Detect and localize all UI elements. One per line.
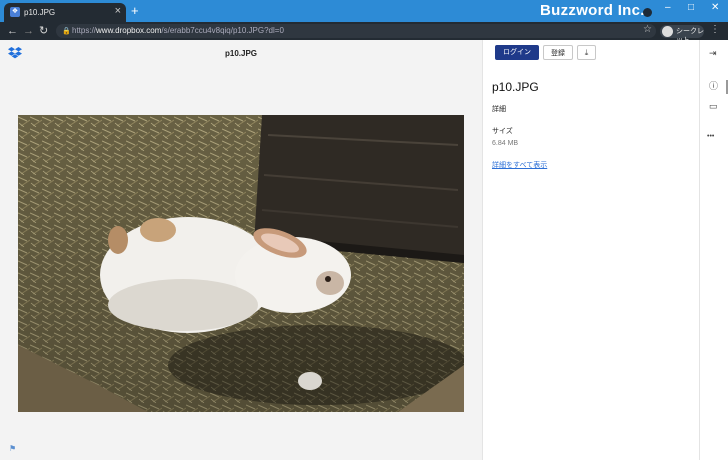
file-title: p10.JPG: [224, 49, 257, 58]
collapse-panel-icon[interactable]: ⇥: [709, 48, 717, 58]
tab-close-icon[interactable]: ×: [115, 5, 121, 18]
browser-titlebar: ❖ p10.JPG × + Buzzword Inc. – □ ✕: [0, 0, 728, 22]
right-rail: ⇥ ⓘ ▭ •••: [699, 40, 728, 460]
close-window-button[interactable]: ✕: [711, 2, 719, 14]
login-button[interactable]: ログイン: [495, 45, 539, 60]
size-label: サイズ: [492, 128, 513, 135]
new-tab-button[interactable]: +: [131, 3, 139, 19]
bookmark-star-icon[interactable]: ☆: [643, 24, 652, 35]
minimize-button[interactable]: –: [665, 2, 671, 14]
more-options-icon[interactable]: •••: [707, 132, 714, 142]
browser-menu-icon[interactable]: ⋮: [710, 24, 720, 35]
size-value: 6.84 MB: [492, 140, 519, 147]
tab-title: p10.JPG: [24, 8, 56, 17]
report-flag-icon[interactable]: ⚑: [9, 444, 16, 453]
back-button[interactable]: ←: [7, 24, 18, 38]
comment-icon[interactable]: ▭: [709, 101, 718, 111]
incognito-badge[interactable]: シークレット: [660, 25, 704, 44]
signup-button[interactable]: 登録: [543, 45, 573, 60]
reload-button[interactable]: ↻: [39, 24, 48, 38]
download-icon[interactable]: ⤓: [577, 45, 596, 60]
address-toolbar: ← → ↻ 🔒 https://www.dropbox.com/s/erabb7…: [0, 22, 728, 44]
dropbox-favicon-icon: ❖: [10, 7, 20, 17]
forward-button[interactable]: →: [23, 24, 34, 38]
panel-file-name: p10.JPG: [492, 80, 539, 94]
show-all-details-link[interactable]: 詳細をすべて表示: [492, 160, 547, 170]
file-preview-area: p10.JPG ⚑: [0, 40, 482, 460]
profile-dot-icon: [643, 8, 652, 17]
file-details-panel: ログイン 登録 ⤓ p10.JPG 詳細 サイズ 6.84 MB 詳細をすべて表…: [482, 40, 700, 460]
info-icon[interactable]: ⓘ: [709, 81, 718, 91]
details-heading: 詳細: [492, 106, 506, 113]
lock-icon: 🔒: [62, 28, 71, 35]
browser-tab[interactable]: ❖ p10.JPG ×: [4, 3, 126, 22]
brand-watermark: Buzzword Inc.: [540, 2, 645, 19]
url-text: https://www.dropbox.com/s/erabb7ccu4v8qi…: [72, 26, 284, 35]
maximize-button[interactable]: □: [688, 2, 694, 14]
url-bar[interactable]: 🔒 https://www.dropbox.com/s/erabb7ccu4v8…: [56, 24, 656, 38]
incognito-icon: [662, 26, 673, 37]
rabbit-photo: [18, 115, 464, 412]
